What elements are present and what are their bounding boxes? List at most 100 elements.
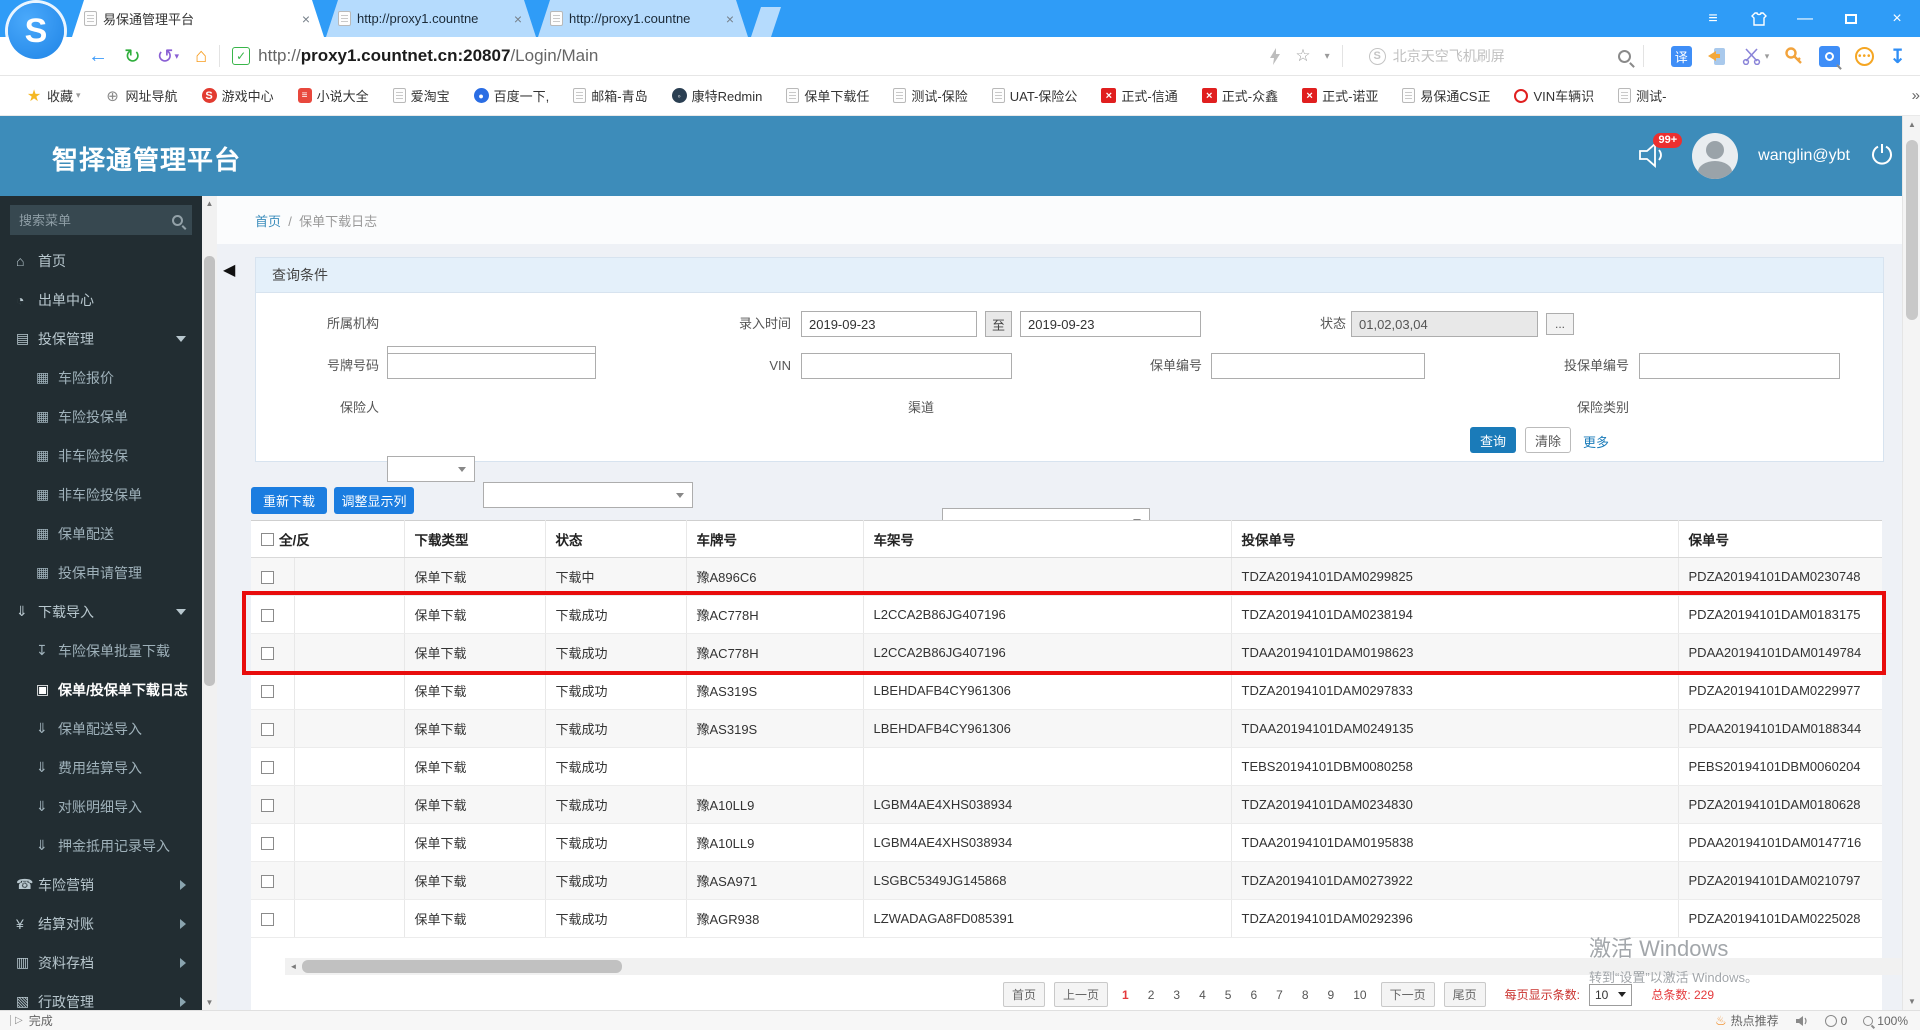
undo-icon[interactable]: ↺: [157, 44, 174, 69]
url-text[interactable]: http://proxy1.countnet.cn:20807/Login/Ma…: [258, 46, 598, 66]
screenshot-scissors-icon[interactable]: ▾: [1742, 47, 1769, 65]
sidebar-item-保单/投保单下载日志[interactable]: ▣ 保单/投保单下载日志: [0, 670, 202, 709]
row-checkbox[interactable]: [261, 799, 274, 813]
bookmark-item[interactable]: S 游戏中心: [201, 86, 274, 105]
page-number-4[interactable]: 4: [1194, 985, 1211, 1005]
page-number-9[interactable]: 9: [1323, 985, 1340, 1005]
scrollbar-thumb[interactable]: [302, 960, 622, 973]
more-tools-icon[interactable]: •••: [1855, 46, 1875, 66]
proposal-no-input[interactable]: [1639, 353, 1840, 379]
row-checkbox[interactable]: [261, 723, 274, 737]
scroll-up-icon[interactable]: ▲: [1903, 116, 1920, 133]
browser-tab-2[interactable]: http://proxy1.countne ×: [326, 0, 536, 37]
page-number-5[interactable]: 5: [1220, 985, 1237, 1005]
redownload-button[interactable]: 重新下载: [251, 487, 327, 514]
bookmark-item[interactable]: ★ 收藏 ▾: [26, 86, 81, 105]
page-scrollbar[interactable]: ▲ ▼: [1902, 116, 1920, 1010]
sidebar-item-车险保单批量下载[interactable]: ↧ 车险保单批量下载: [0, 631, 202, 670]
sidebar-scrollbar[interactable]: ▲ ▼: [202, 196, 217, 1010]
search-icon[interactable]: [1617, 49, 1631, 63]
sidebar-item-资料存档[interactable]: ▥ 资料存档: [0, 943, 202, 982]
bookmark-item[interactable]: ● 百度一下,: [473, 86, 549, 105]
sidebar-item-投保管理[interactable]: ▤ 投保管理: [0, 319, 202, 358]
undo-caret-icon[interactable]: ▾: [175, 51, 180, 62]
browser-tab-3[interactable]: http://proxy1.countne ×: [538, 0, 748, 37]
row-checkbox[interactable]: [261, 837, 274, 851]
bookmarks-overflow-icon[interactable]: »: [1912, 87, 1920, 104]
sidebar-item-下载导入[interactable]: ⇓ 下载导入: [0, 592, 202, 631]
url-field[interactable]: ✓ http://proxy1.countnet.cn:20807/Login/…: [232, 46, 1254, 66]
scrollbar-thumb[interactable]: [204, 256, 215, 686]
tab-close-icon[interactable]: ×: [724, 11, 736, 27]
sidebar-item-车险报价[interactable]: ▦ 车险报价: [0, 358, 202, 397]
status-picker-button[interactable]: ...: [1546, 313, 1574, 335]
search-icon[interactable]: [172, 214, 183, 226]
avatar[interactable]: [1692, 133, 1739, 179]
sogou-browser-logo[interactable]: S: [8, 3, 64, 59]
page-number-7[interactable]: 7: [1271, 985, 1288, 1005]
adjust-columns-button[interactable]: 调整显示列: [334, 487, 414, 514]
bookmark-item[interactable]: × 正式-众鑫: [1201, 86, 1278, 105]
date-to-input[interactable]: [1020, 311, 1201, 337]
row-checkbox[interactable]: [261, 571, 274, 585]
table-row[interactable]: 保单下载 下载中 豫A896C6 TDZA20194101DAM0299825 PDZA…: [251, 557, 1883, 596]
quick-search-icon[interactable]: [1819, 45, 1841, 67]
send-to-phone-icon[interactable]: [1707, 46, 1727, 66]
menu-icon[interactable]: ≡: [1690, 0, 1736, 37]
bookmark-item[interactable]: 保单下载任: [786, 86, 869, 105]
page-next-button[interactable]: 下一页: [1380, 982, 1435, 1007]
sidebar-item-非车险投保[interactable]: ▦ 非车险投保: [0, 436, 202, 475]
policy-no-input[interactable]: [1211, 353, 1425, 379]
page-first-button[interactable]: 首页: [1003, 982, 1046, 1007]
table-row[interactable]: 保单下载 下载成功 豫ASA971 LSGBC5349JG145868 TDZA2019…: [251, 861, 1883, 900]
star-caret-icon[interactable]: ▾: [1325, 51, 1330, 62]
hot-recommend[interactable]: ♨ 热点推荐: [1715, 1012, 1779, 1029]
row-checkbox[interactable]: [261, 875, 274, 889]
logout-power-icon[interactable]: [1870, 142, 1894, 171]
select-all-checkbox[interactable]: [261, 532, 274, 546]
search-engine-box[interactable]: S 北京天空飞机刷屏: [1368, 46, 1603, 66]
sidebar-item-费用结算导入[interactable]: ⇓ 费用结算导入: [0, 748, 202, 787]
zoom-level[interactable]: 100%: [1863, 1014, 1908, 1028]
table-row[interactable]: 保单下载 下载成功 豫A10LL9 LGBM4AE4XHS038934 TDAA2019…: [251, 823, 1883, 862]
sidebar-search-input[interactable]: [19, 212, 172, 228]
bookmark-item[interactable]: 易保通CS正: [1402, 86, 1490, 105]
insurer-select-2[interactable]: [483, 482, 693, 508]
search-placeholder-text[interactable]: 北京天空飞机刷屏: [1393, 46, 1603, 66]
back-icon[interactable]: ←: [88, 45, 108, 68]
bookmark-item[interactable]: 爱淘宝: [392, 86, 450, 105]
translate-icon[interactable]: 译: [1670, 45, 1692, 67]
sidebar-collapse-icon[interactable]: ◀: [223, 260, 235, 280]
vin-input[interactable]: [801, 353, 1012, 379]
page-number-3[interactable]: 3: [1168, 985, 1185, 1005]
sidebar-item-保单配送导入[interactable]: ⇓ 保单配送导入: [0, 709, 202, 748]
scroll-up-icon[interactable]: ▲: [202, 196, 217, 211]
browser-tab-1[interactable]: 易保通管理平台 ×: [72, 0, 324, 37]
more-link[interactable]: 更多: [1583, 432, 1609, 458]
notification-speaker[interactable]: 99+: [1638, 133, 1683, 171]
table-row[interactable]: 保单下载 下载成功 豫AS319S LBEHDAFB4CY961306 TDZA2019…: [251, 671, 1883, 710]
sidebar-item-对账明细导入[interactable]: ⇓ 对账明细导入: [0, 787, 202, 826]
blocked-counter[interactable]: 0: [1824, 1014, 1847, 1028]
bookmark-item[interactable]: ⊕ 网址导航: [105, 86, 177, 105]
bookmark-item[interactable]: ≡ 小说大全: [297, 86, 369, 105]
favorite-star-icon[interactable]: ☆: [1295, 46, 1310, 66]
table-row[interactable]: 保单下载 下载成功 TEBS20194101DBM0080258 PEBS201941…: [251, 747, 1883, 786]
page-number-8[interactable]: 8: [1297, 985, 1314, 1005]
sidebar-item-投保申请管理[interactable]: ▦ 投保申请管理: [0, 553, 202, 592]
search-button[interactable]: 查询: [1470, 427, 1516, 453]
scroll-down-icon[interactable]: ▼: [1903, 993, 1920, 1010]
password-key-icon[interactable]: [1784, 46, 1804, 66]
sidebar-item-车险投保单[interactable]: ▦ 车险投保单: [0, 397, 202, 436]
row-checkbox[interactable]: [261, 913, 274, 927]
row-checkbox[interactable]: [261, 761, 274, 775]
bookmark-item[interactable]: × 正式-诺亚: [1302, 86, 1378, 105]
table-row[interactable]: 保单下载 下载成功 豫A10LL9 LGBM4AE4XHS038934 TDZA2019…: [251, 785, 1883, 824]
scrollbar-thumb[interactable]: [1906, 140, 1918, 320]
page-number-6[interactable]: 6: [1245, 985, 1262, 1005]
page-prev-button[interactable]: 上一页: [1054, 982, 1109, 1007]
scroll-left-icon[interactable]: ◄: [285, 958, 302, 975]
sidebar-item-保单配送[interactable]: ▦ 保单配送: [0, 514, 202, 553]
close-window-icon[interactable]: ×: [1874, 0, 1920, 37]
home-icon[interactable]: ⌂: [195, 45, 207, 68]
